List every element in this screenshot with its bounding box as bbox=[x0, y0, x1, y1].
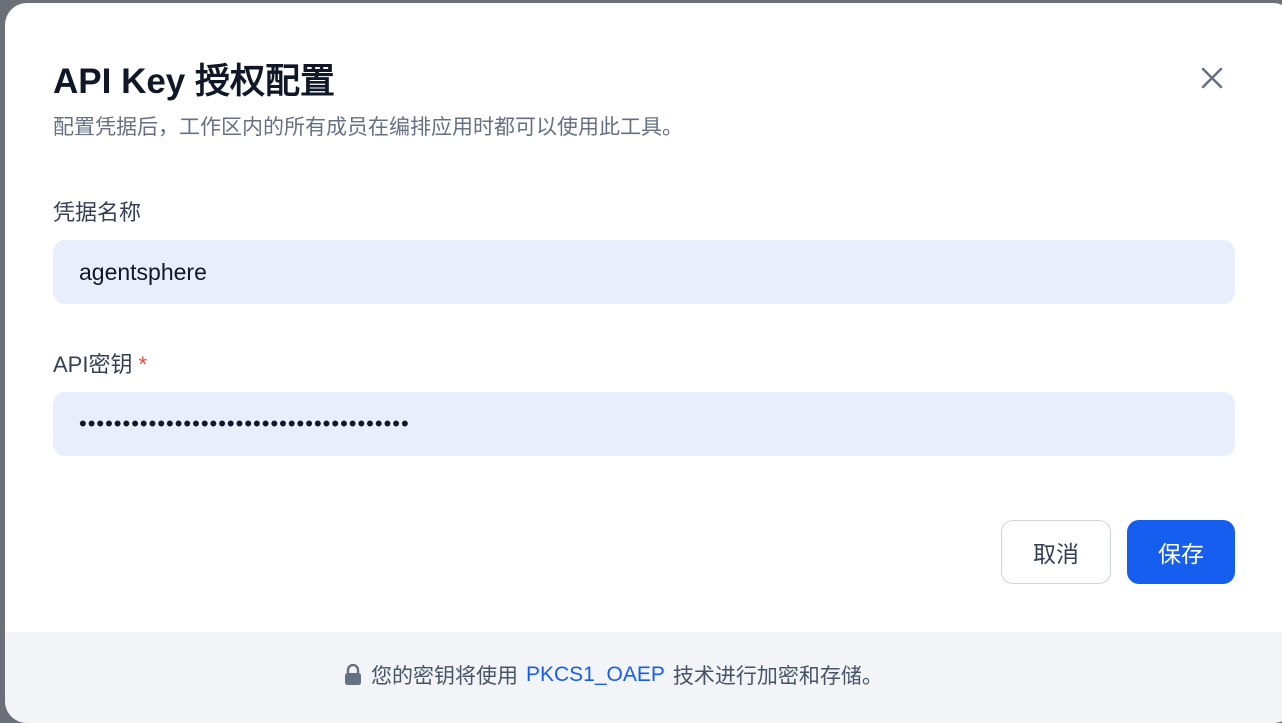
close-icon bbox=[1201, 67, 1223, 89]
api-key-label-text: API密钥 bbox=[53, 352, 133, 377]
dialog-subtitle: 配置凭据后，工作区内的所有成员在编排应用时都可以使用此工具。 bbox=[53, 116, 683, 139]
required-mark: * bbox=[138, 352, 148, 377]
encryption-note: 您的密钥将使用 PKCS1_OAEP 技术进行加密和存储。 bbox=[343, 660, 883, 690]
encryption-footer: 您的密钥将使用 PKCS1_OAEP 技术进行加密和存储。 bbox=[5, 632, 1282, 723]
api-key-dialog: API Key 授权配置 配置凭据后，工作区内的所有成员在编排应用时都可以使用此… bbox=[5, 3, 1282, 723]
cancel-button[interactable]: 取消 bbox=[1001, 520, 1111, 584]
pkcs-link[interactable]: PKCS1_OAEP bbox=[526, 663, 665, 687]
save-button[interactable]: 保存 bbox=[1127, 520, 1235, 584]
footer-prefix: 您的密钥将使用 bbox=[371, 665, 518, 688]
api-key-label: API密钥 * bbox=[53, 347, 147, 379]
lock-icon bbox=[345, 664, 361, 685]
close-button[interactable] bbox=[1197, 63, 1227, 93]
footer-suffix: 技术进行加密和存储。 bbox=[672, 665, 883, 688]
api-key-input[interactable]: •••••••••••••••••••••••••••••••••••••• bbox=[53, 392, 1235, 456]
dialog-title: API Key 授权配置 bbox=[53, 62, 335, 101]
credential-name-input[interactable] bbox=[53, 240, 1235, 304]
credential-name-label: 凭据名称 bbox=[53, 200, 142, 225]
